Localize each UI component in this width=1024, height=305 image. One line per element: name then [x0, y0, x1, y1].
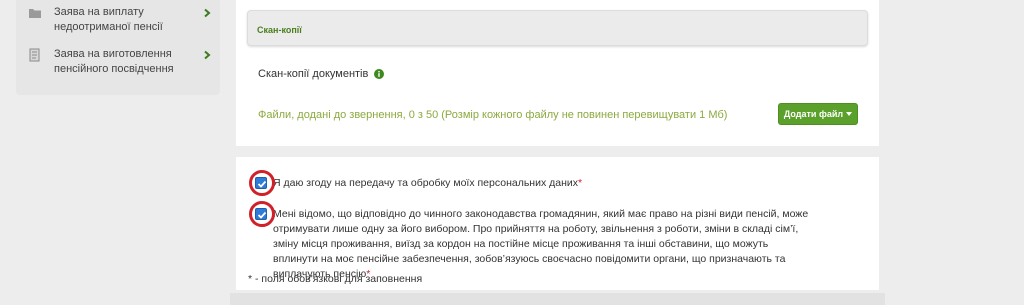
folder-icon: [29, 9, 41, 18]
scan-copies-panel: Скан-копії Скан-копії документів Файли, …: [236, 0, 879, 146]
required-mark: *: [578, 177, 583, 189]
documents-label-row: Скан-копії документів: [258, 68, 385, 80]
documents-label: Скан-копії документів: [258, 68, 369, 80]
sidebar-item-pension-certificate[interactable]: Заява на виготовлення пенсійного посвідч…: [28, 47, 212, 77]
files-count-info: Файли, додані до звернення, 0 з 50 (Розм…: [258, 109, 728, 121]
document-icon: [29, 48, 40, 62]
consent-text: Мені відомо, що відповідно до чинного за…: [273, 208, 809, 280]
highlight-circle: [249, 201, 275, 227]
scan-copies-title: Скан-копії: [257, 25, 302, 35]
consent-pension-rules: Мені відомо, що відповідно до чинного за…: [249, 201, 814, 282]
sidebar: Заява на виплату недоотриманої пенсії За…: [16, 0, 220, 95]
scan-copies-header[interactable]: Скан-копії: [247, 10, 868, 46]
sidebar-item-label: Заява на виготовлення пенсійного посвідч…: [54, 48, 174, 75]
add-file-label: Додати файл: [783, 109, 844, 119]
info-icon[interactable]: [374, 69, 385, 79]
consent-checkbox-wrap: [249, 201, 275, 227]
consent-checkbox-wrap: [249, 170, 275, 196]
required-fields-note: * - поля обов'язкові для заповнення: [248, 273, 423, 285]
add-file-button[interactable]: Додати файл: [778, 103, 858, 125]
chevron-right-icon: [204, 50, 211, 60]
caret-down-icon: [846, 112, 853, 116]
sidebar-item-unpaid-pension[interactable]: Заява на виплату недоотриманої пенсії: [28, 5, 212, 35]
consent-panel: Я даю згоду на передачу та обробку моїх …: [236, 157, 879, 290]
highlight-circle: [249, 170, 275, 196]
chevron-right-icon: [204, 8, 211, 18]
sidebar-item-label: Заява на виплату недоотриманої пенсії: [54, 6, 163, 33]
consent-text: Я даю згоду на передачу та обробку моїх …: [273, 177, 583, 189]
bottom-divider: [230, 293, 885, 305]
consent-personal-data: Я даю згоду на передачу та обробку моїх …: [249, 170, 583, 196]
